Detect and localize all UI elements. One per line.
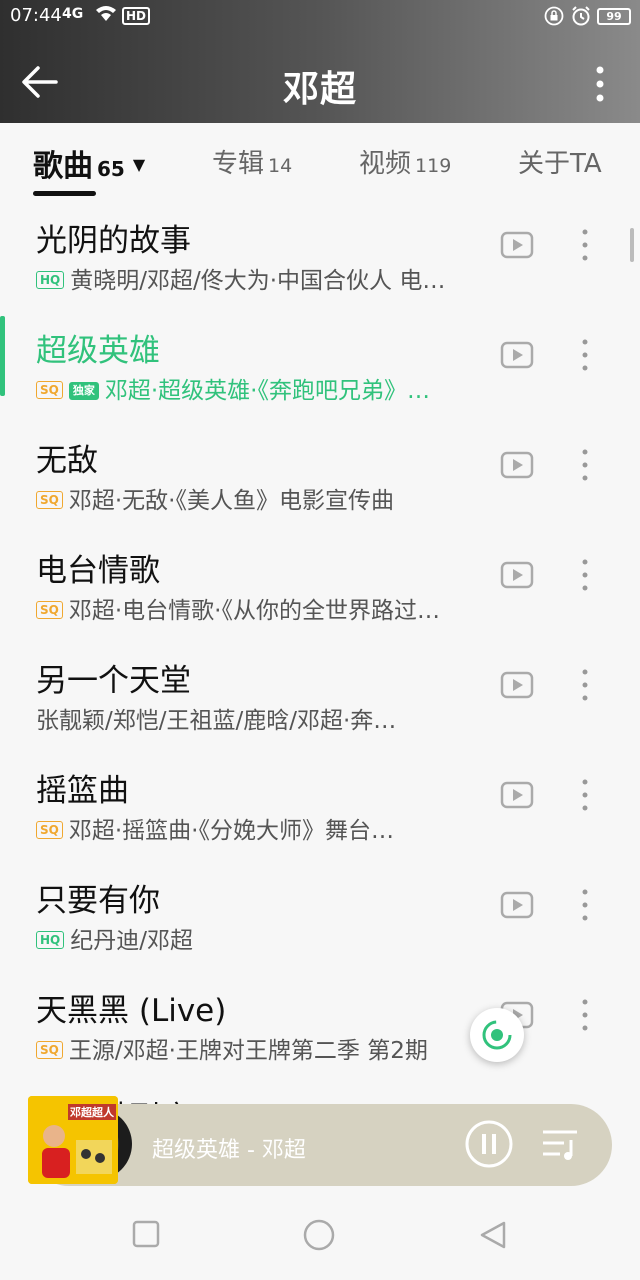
song-subtitle: HQ 纪丹迪/邓超 xyxy=(36,921,506,955)
song-more-icon[interactable] xyxy=(574,447,596,483)
song-info: 黄晓明/邓超/佟大为·中国合伙人 电… xyxy=(70,268,446,294)
playlist-queue-icon[interactable] xyxy=(540,1128,580,1162)
now-playing-label[interactable]: 超级英雄 - 邓超 xyxy=(152,1132,306,1164)
tab-about[interactable]: 关于TA xyxy=(518,143,602,180)
song-subtitle: SQ 邓超·电台情歌·《从你的全世界路过… xyxy=(36,591,506,625)
now-playing-indicator xyxy=(0,316,5,396)
tab-videos[interactable]: 视频 119 xyxy=(359,143,451,180)
home-icon[interactable] xyxy=(302,1218,336,1252)
wifi-icon xyxy=(95,4,117,27)
tab-songs[interactable]: 歌曲 65 ▼ xyxy=(33,141,145,185)
song-subtitle: SQ 王源/邓超·王牌对王牌第二季 第2期 xyxy=(36,1031,506,1065)
quality-badge: SQ xyxy=(36,381,63,399)
song-info: 邓超·超级英雄·《奔跑吧兄弟》… xyxy=(104,378,430,404)
mv-play-icon[interactable] xyxy=(500,231,534,259)
song-row[interactable]: 无敌 SQ 邓超·无敌·《美人鱼》电影宣传曲 xyxy=(0,423,640,533)
song-row[interactable]: 电台情歌 SQ 邓超·电台情歌·《从你的全世界路过… xyxy=(0,533,640,643)
song-subtitle: 张靓颖/郑恺/王祖蓝/鹿晗/邓超·奔… xyxy=(36,701,506,735)
song-row[interactable]: 另一个天堂 张靓颖/郑恺/王祖蓝/鹿晗/邓超·奔… xyxy=(0,643,640,753)
tab-videos-count: 119 xyxy=(415,155,452,177)
song-recognition-button[interactable] xyxy=(470,1008,524,1062)
tab-active-indicator xyxy=(33,191,96,196)
more-options-icon[interactable] xyxy=(588,64,612,104)
song-more-icon[interactable] xyxy=(574,667,596,703)
song-more-icon[interactable] xyxy=(574,997,596,1033)
song-info: 纪丹迪/邓超 xyxy=(70,928,193,954)
song-more-icon[interactable] xyxy=(574,887,596,923)
hd-icon: HD xyxy=(122,7,151,25)
tab-about-label: 关于TA xyxy=(518,149,602,179)
quality-badge: SQ xyxy=(36,1041,63,1059)
page-title: 邓超 xyxy=(282,69,357,110)
mv-play-icon[interactable] xyxy=(500,671,534,699)
tab-videos-label: 视频 xyxy=(359,149,412,179)
pause-icon[interactable] xyxy=(464,1119,514,1169)
tab-bar: 歌曲 65 ▼ 专辑 14 视频 119 关于TA xyxy=(0,123,640,203)
back-nav-icon[interactable] xyxy=(478,1220,508,1250)
song-title: 摇篮曲 xyxy=(36,773,129,809)
song-row[interactable]: 天黑黑 (Live) SQ 王源/邓超·王牌对王牌第二季 第2期 xyxy=(0,973,640,1083)
song-info: 邓超·电台情歌·《从你的全世界路过… xyxy=(68,598,440,624)
song-subtitle: HQ 黄晓明/邓超/佟大为·中国合伙人 电… xyxy=(36,261,506,295)
song-more-icon[interactable] xyxy=(574,557,596,593)
song-subtitle: SQ 独家 邓超·超级英雄·《奔跑吧兄弟》… xyxy=(36,371,506,405)
album-cover-title: 邓超超人 xyxy=(68,1104,116,1120)
song-title: 光阴的故事 xyxy=(36,223,191,259)
sort-dropdown-icon[interactable]: ▼ xyxy=(133,155,145,174)
quality-badge: HQ xyxy=(36,931,65,949)
status-time: 07:44 xyxy=(10,5,62,26)
song-info: 邓超·无敌·《美人鱼》电影宣传曲 xyxy=(68,488,394,514)
scrollbar[interactable] xyxy=(630,228,634,262)
song-row[interactable]: 摇篮曲 SQ 邓超·摇篮曲·《分娩大师》舞台… xyxy=(0,753,640,863)
recognize-icon xyxy=(482,1020,512,1050)
tab-albums-count: 14 xyxy=(268,155,293,177)
album-cover[interactable]: 邓超超人 xyxy=(28,1096,118,1184)
mv-play-icon[interactable] xyxy=(500,451,534,479)
lock-rotation-icon xyxy=(544,6,564,26)
mv-play-icon[interactable] xyxy=(500,341,534,369)
battery-icon: 99 xyxy=(597,8,631,25)
exclusive-badge: 独家 xyxy=(68,382,99,400)
song-title: 另一个天堂 xyxy=(36,663,191,699)
alarm-icon xyxy=(572,6,590,26)
song-more-icon[interactable] xyxy=(574,777,596,813)
song-more-icon[interactable] xyxy=(574,227,596,263)
tab-albums[interactable]: 专辑 14 xyxy=(212,143,292,180)
song-row-playing[interactable]: 超级英雄 SQ 独家 邓超·超级英雄·《奔跑吧兄弟》… xyxy=(0,313,640,423)
signal-icon: 4G xyxy=(62,6,84,22)
song-list[interactable]: 光阴的故事 HQ 黄晓明/邓超/佟大为·中国合伙人 电… 超级英雄 SQ 独家 邓超·… xyxy=(0,203,640,1103)
system-nav-bar xyxy=(0,1190,640,1280)
song-title: 天黑黑 (Live) xyxy=(36,993,227,1029)
song-row[interactable]: 光阴的故事 HQ 黄晓明/邓超/佟大为·中国合伙人 电… xyxy=(0,203,640,313)
song-title: 电台情歌 xyxy=(36,553,160,589)
song-title: 只要有你 xyxy=(36,883,160,919)
tab-albums-label: 专辑 xyxy=(212,149,265,179)
title-bar: 邓超 xyxy=(0,48,640,118)
quality-badge: SQ xyxy=(36,491,63,509)
app-header: 07:44 4G HD 99 邓超 xyxy=(0,0,640,123)
tab-songs-count: 65 xyxy=(97,157,125,181)
quality-badge: SQ xyxy=(36,821,63,839)
mv-play-icon[interactable] xyxy=(500,891,534,919)
quality-badge: SQ xyxy=(36,601,63,619)
mv-play-icon[interactable] xyxy=(500,561,534,589)
mv-play-icon[interactable] xyxy=(500,781,534,809)
song-info: 邓超·摇篮曲·《分娩大师》舞台… xyxy=(68,818,394,844)
song-info: 张靓颖/郑恺/王祖蓝/鹿晗/邓超·奔… xyxy=(36,708,397,734)
song-title: 超级英雄 xyxy=(36,333,160,369)
song-info: 王源/邓超·王牌对王牌第二季 第2期 xyxy=(68,1038,428,1064)
quality-badge: HQ xyxy=(36,271,65,289)
song-title: 无敌 xyxy=(36,443,98,479)
status-bar: 07:44 4G HD 99 xyxy=(0,0,640,34)
song-subtitle: SQ 邓超·无敌·《美人鱼》电影宣传曲 xyxy=(36,481,506,515)
recent-apps-icon[interactable] xyxy=(132,1220,160,1248)
song-more-icon[interactable] xyxy=(574,337,596,373)
tab-songs-label: 歌曲 xyxy=(33,149,93,184)
song-subtitle: SQ 邓超·摇篮曲·《分娩大师》舞台… xyxy=(36,811,506,845)
song-row[interactable]: 只要有你 HQ 纪丹迪/邓超 xyxy=(0,863,640,973)
